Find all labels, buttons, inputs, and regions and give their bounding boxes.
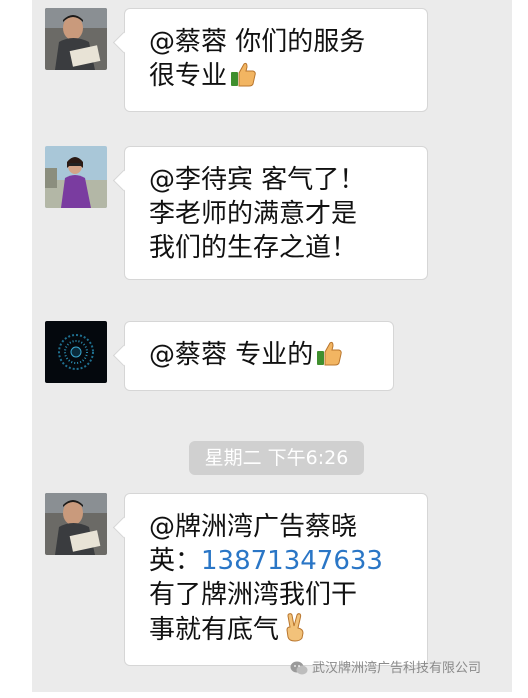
avatar[interactable] bbox=[45, 8, 107, 70]
message-bubble[interactable]: @蔡蓉 专业的 bbox=[124, 321, 394, 391]
thumbs-up-icon bbox=[229, 60, 257, 97]
avatar-man-reading-image bbox=[45, 493, 107, 555]
message-text-line: @牌洲湾广告蔡晓 bbox=[149, 512, 358, 542]
avatar[interactable] bbox=[45, 146, 107, 208]
message-bubble[interactable]: @牌洲湾广告蔡晓 英：13871347633 有了牌洲湾我们干 事就有底气 bbox=[124, 493, 428, 666]
thumbs-up-icon bbox=[315, 339, 343, 376]
message-text-line: 英：13871347633 bbox=[149, 546, 383, 576]
message-text-line: 李老师的满意才是 bbox=[149, 199, 358, 229]
message-text-line: 很专业 bbox=[149, 59, 407, 97]
avatar[interactable] bbox=[45, 493, 107, 555]
avatar-dark-abstract-image bbox=[45, 321, 107, 383]
message-text-line: 我们的生存之道！ bbox=[149, 233, 358, 263]
message-text-line: 有了牌洲湾我们干 bbox=[149, 580, 358, 610]
message-text-line: 事就有底气 bbox=[149, 612, 407, 651]
phone-number-link[interactable]: 13871347633 bbox=[201, 546, 383, 576]
wechat-logo-icon bbox=[290, 660, 308, 680]
victory-hand-icon bbox=[281, 612, 309, 651]
avatar-woman-outdoors-image bbox=[45, 146, 107, 208]
message-text-line: @蔡蓉 你们的服务 bbox=[149, 27, 366, 57]
avatar-man-reading-image bbox=[45, 8, 107, 70]
avatar[interactable] bbox=[45, 321, 107, 383]
chat-view: @蔡蓉 你们的服务 很专业 @李待宾 客气了！ 李老师的满意才是 我们的生存之道… bbox=[32, 0, 512, 692]
watermark: 武汉牌洲湾广告科技有限公司 bbox=[290, 657, 481, 680]
message-text-line: @李待宾 客气了！ bbox=[149, 165, 366, 195]
chat-timestamp: 星期二 下午6:26 bbox=[189, 441, 364, 475]
message-text-line: @蔡蓉 专业的 bbox=[149, 338, 373, 376]
watermark-text: 武汉牌洲湾广告科技有限公司 bbox=[312, 661, 482, 676]
message-bubble[interactable]: @李待宾 客气了！ 李老师的满意才是 我们的生存之道！ bbox=[124, 146, 428, 280]
message-bubble[interactable]: @蔡蓉 你们的服务 很专业 bbox=[124, 8, 428, 112]
